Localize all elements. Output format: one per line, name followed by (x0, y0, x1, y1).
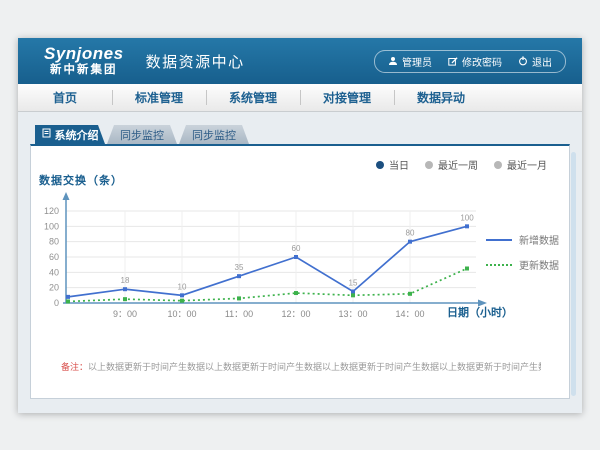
legend-item-new-data: 新增数据 (486, 232, 559, 247)
logout-label: 退出 (532, 54, 552, 69)
legend-item-update-data: 更新数据 (486, 257, 559, 272)
note-text: 以上数据更新于时间产生数据以上数据更新于时间产生数据以上数据更新于时间产生数据以… (88, 362, 541, 372)
chart-legend: 新增数据 更新数据 (486, 232, 559, 272)
svg-text:100: 100 (44, 221, 59, 231)
line-swatch-dotted-icon (486, 264, 512, 266)
document-icon (42, 128, 51, 141)
logo-text-en: Synjones (44, 45, 124, 64)
tab-bar: 系统介绍 同步监控 同步监控 (35, 125, 249, 144)
svg-text:12：00: 12：00 (281, 309, 310, 319)
svg-text:11：00: 11：00 (225, 309, 253, 319)
svg-text:80: 80 (406, 229, 415, 238)
logout-button[interactable]: 退出 (518, 54, 552, 69)
chart-panel: 当日 最近一周 最近一月 数据交换（条） 0204060801001209：00… (30, 144, 570, 399)
svg-text:20: 20 (49, 283, 59, 293)
tab-sync-monitor-1-label: 同步监控 (120, 127, 164, 143)
edit-icon (448, 56, 458, 66)
nav-item-system[interactable]: 系统管理 (206, 84, 300, 111)
app-header: Synjones 新中新集团 数据资源中心 管理员 修改密码 退出 (18, 38, 582, 84)
main-nav: 首页 标准管理 系统管理 对接管理 数据异动 (18, 84, 582, 112)
svg-text:0: 0 (54, 298, 59, 308)
app-window: Synjones 新中新集团 数据资源中心 管理员 修改密码 退出 (18, 38, 582, 413)
vertical-scrollbar[interactable] (571, 152, 576, 396)
svg-text:9：00: 9：00 (113, 309, 137, 319)
desktop: { "window": { "logo_line1": "Synjones", … (0, 0, 600, 450)
svg-text:60: 60 (292, 244, 301, 253)
svg-text:100: 100 (460, 213, 474, 222)
nav-item-changes[interactable]: 数据异动 (394, 84, 488, 111)
power-icon (518, 56, 528, 66)
content-area: 系统介绍 同步监控 同步监控 当日 最近一周 (18, 112, 582, 414)
tab-system-intro[interactable]: 系统介绍 (35, 125, 105, 144)
svg-text:10：00: 10：00 (167, 309, 196, 319)
svg-text:35: 35 (235, 263, 244, 272)
svg-text:18: 18 (121, 276, 130, 285)
logo-text-cn: 新中新集团 (44, 64, 124, 77)
svg-text:60: 60 (49, 252, 59, 262)
tab-system-intro-label: 系统介绍 (55, 127, 99, 143)
footer-note: 备注：以上数据更新于时间产生数据以上数据更新于时间产生数据以上数据更新于时间产生… (61, 360, 541, 373)
company-logo: Synjones 新中新集团 (44, 45, 124, 76)
legend-new-data-label: 新增数据 (519, 232, 559, 247)
tab-sync-monitor-1[interactable]: 同步监控 (107, 125, 177, 144)
svg-text:15: 15 (349, 279, 358, 288)
page-title: 数据资源中心 (146, 51, 245, 72)
admin-user-label: 管理员 (402, 54, 432, 69)
svg-text:80: 80 (49, 237, 59, 247)
svg-text:40: 40 (49, 267, 59, 277)
nav-item-interface[interactable]: 对接管理 (300, 84, 394, 111)
note-prefix: 备注： (61, 362, 88, 372)
change-password-label: 修改密码 (462, 54, 502, 69)
change-password-button[interactable]: 修改密码 (448, 54, 502, 69)
admin-user-button[interactable]: 管理员 (388, 54, 432, 69)
svg-text:13：00: 13：00 (338, 309, 367, 319)
legend-update-data-label: 更新数据 (519, 257, 559, 272)
nav-item-standards[interactable]: 标准管理 (112, 84, 206, 111)
svg-text:10: 10 (178, 282, 187, 291)
nav-item-home[interactable]: 首页 (18, 84, 112, 111)
user-icon (388, 56, 398, 66)
svg-text:120: 120 (44, 206, 59, 216)
x-axis-title: 日期（小时） (447, 304, 513, 320)
user-actions-group: 管理员 修改密码 退出 (374, 50, 566, 73)
tab-sync-monitor-2[interactable]: 同步监控 (179, 125, 249, 144)
svg-text:14：00: 14：00 (395, 309, 424, 319)
tab-sync-monitor-2-label: 同步监控 (192, 127, 236, 143)
line-swatch-solid-icon (486, 239, 512, 241)
